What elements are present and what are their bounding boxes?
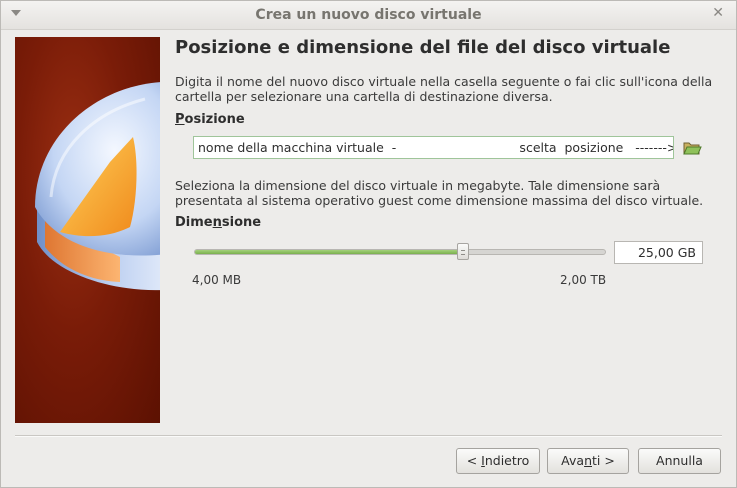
location-label-mnemonic: P — [175, 112, 185, 127]
size-label-text-end: sione — [221, 215, 262, 230]
size-slider-thumb[interactable] — [457, 243, 470, 260]
cancel-button[interactable]: Annulla — [638, 448, 721, 474]
folder-open-icon[interactable] — [681, 137, 703, 159]
title-bar[interactable]: Crea un nuovo disco virtuale ✕ — [1, 1, 736, 30]
wizard-side-graphic — [15, 37, 160, 423]
size-slider-track[interactable] — [194, 249, 606, 255]
size-description: Seleziona la dimensione del disco virtua… — [175, 178, 704, 208]
location-description: Digita il nome del nuovo disco virtuale … — [175, 74, 713, 104]
location-label-text: osizione — [184, 112, 245, 127]
size-max-label: 2,00 TB — [560, 273, 607, 287]
close-icon[interactable]: ✕ — [712, 5, 724, 21]
size-label-text-start: Dime — [175, 215, 213, 230]
pie-chart-disk-graphic — [35, 82, 160, 291]
location-input[interactable]: nome della macchina virtuale - scelta po… — [193, 136, 674, 159]
next-button[interactable]: Avanti > — [547, 448, 629, 474]
next-button-mnemonic: n — [584, 453, 592, 468]
size-label-mnemonic: n — [212, 215, 222, 230]
back-button-text: ndietro — [484, 453, 530, 468]
back-button[interactable]: < Indietro — [456, 448, 540, 474]
location-label: Posizione — [175, 112, 245, 127]
button-separator — [15, 435, 722, 437]
window-title: Crea un nuovo disco virtuale — [255, 7, 482, 23]
size-slider-fill — [195, 250, 465, 254]
size-label: Dimensione — [175, 215, 261, 230]
page-title: Posizione e dimensione del file del disc… — [175, 37, 671, 58]
size-min-label: 4,00 MB — [192, 273, 242, 287]
wizard-window: Crea un nuovo disco virtuale ✕ Posizione… — [0, 0, 737, 488]
size-input[interactable]: 25,00 GB — [614, 241, 703, 264]
next-button-text-end: ti > — [592, 453, 615, 468]
next-button-text-start: Ava — [561, 453, 585, 468]
back-button-prefix: < — [466, 453, 482, 468]
